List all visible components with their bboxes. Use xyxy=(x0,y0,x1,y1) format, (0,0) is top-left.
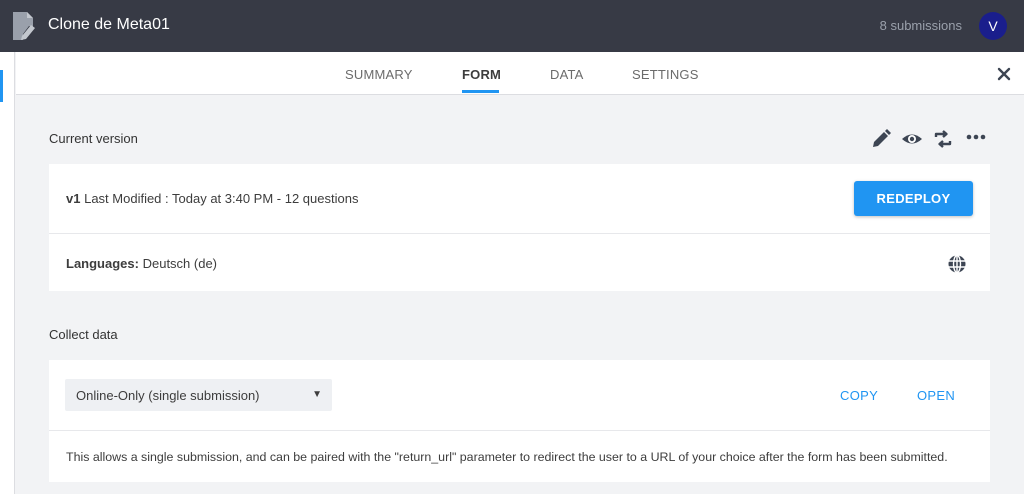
collect-data-heading: Collect data xyxy=(49,327,118,342)
side-nav-active-marker[interactable] xyxy=(0,70,3,102)
open-link[interactable]: OPEN xyxy=(917,388,955,403)
tab-settings[interactable]: SETTINGS xyxy=(632,67,699,82)
close-icon[interactable] xyxy=(996,66,1012,82)
active-tab-indicator xyxy=(462,90,499,93)
project-title: Clone de Meta01 xyxy=(48,16,170,33)
top-bar: Clone de Meta01 8 submissions V xyxy=(0,0,1024,52)
tab-data[interactable]: DATA xyxy=(550,67,584,82)
user-avatar[interactable]: V xyxy=(979,12,1007,40)
version-number: v1 xyxy=(66,191,81,206)
tab-form[interactable]: FORM xyxy=(462,67,501,82)
submissions-count: 8 submissions xyxy=(879,18,962,33)
globe-icon[interactable] xyxy=(947,254,967,274)
version-meta: Last Modified : Today at 3:40 PM - 12 qu… xyxy=(84,191,359,206)
select-value: Online-Only (single submission) xyxy=(76,388,260,403)
current-version-heading: Current version xyxy=(49,131,138,146)
current-version-card: v1 Last Modified : Today at 3:40 PM - 12… xyxy=(49,164,990,291)
collect-data-card: Online-Only (single submission) ▼ COPY O… xyxy=(49,360,990,482)
collection-description: This allows a single submission, and can… xyxy=(66,450,948,464)
tab-summary[interactable]: SUMMARY xyxy=(345,67,413,82)
copy-link[interactable]: COPY xyxy=(840,388,878,403)
eye-icon[interactable] xyxy=(901,128,923,150)
card-divider xyxy=(49,430,990,431)
redeploy-button[interactable]: REDEPLOY xyxy=(854,181,973,216)
version-info: v1 Last Modified : Today at 3:40 PM - 12… xyxy=(66,191,358,206)
collection-method-select[interactable]: Online-Only (single submission) ▼ xyxy=(65,379,332,411)
more-icon[interactable] xyxy=(965,128,987,150)
tab-bar: SUMMARY FORM DATA SETTINGS xyxy=(16,52,1024,95)
form-logo-icon xyxy=(13,12,35,40)
pencil-icon[interactable] xyxy=(870,128,892,150)
sync-icon[interactable] xyxy=(932,128,954,150)
caret-down-icon: ▼ xyxy=(312,389,322,400)
languages-label: Languages: xyxy=(66,256,139,271)
card-divider xyxy=(49,233,990,234)
languages-info: Languages: Deutsch (de) xyxy=(66,256,217,271)
side-nav xyxy=(0,52,15,494)
languages-value: Deutsch (de) xyxy=(142,256,218,271)
